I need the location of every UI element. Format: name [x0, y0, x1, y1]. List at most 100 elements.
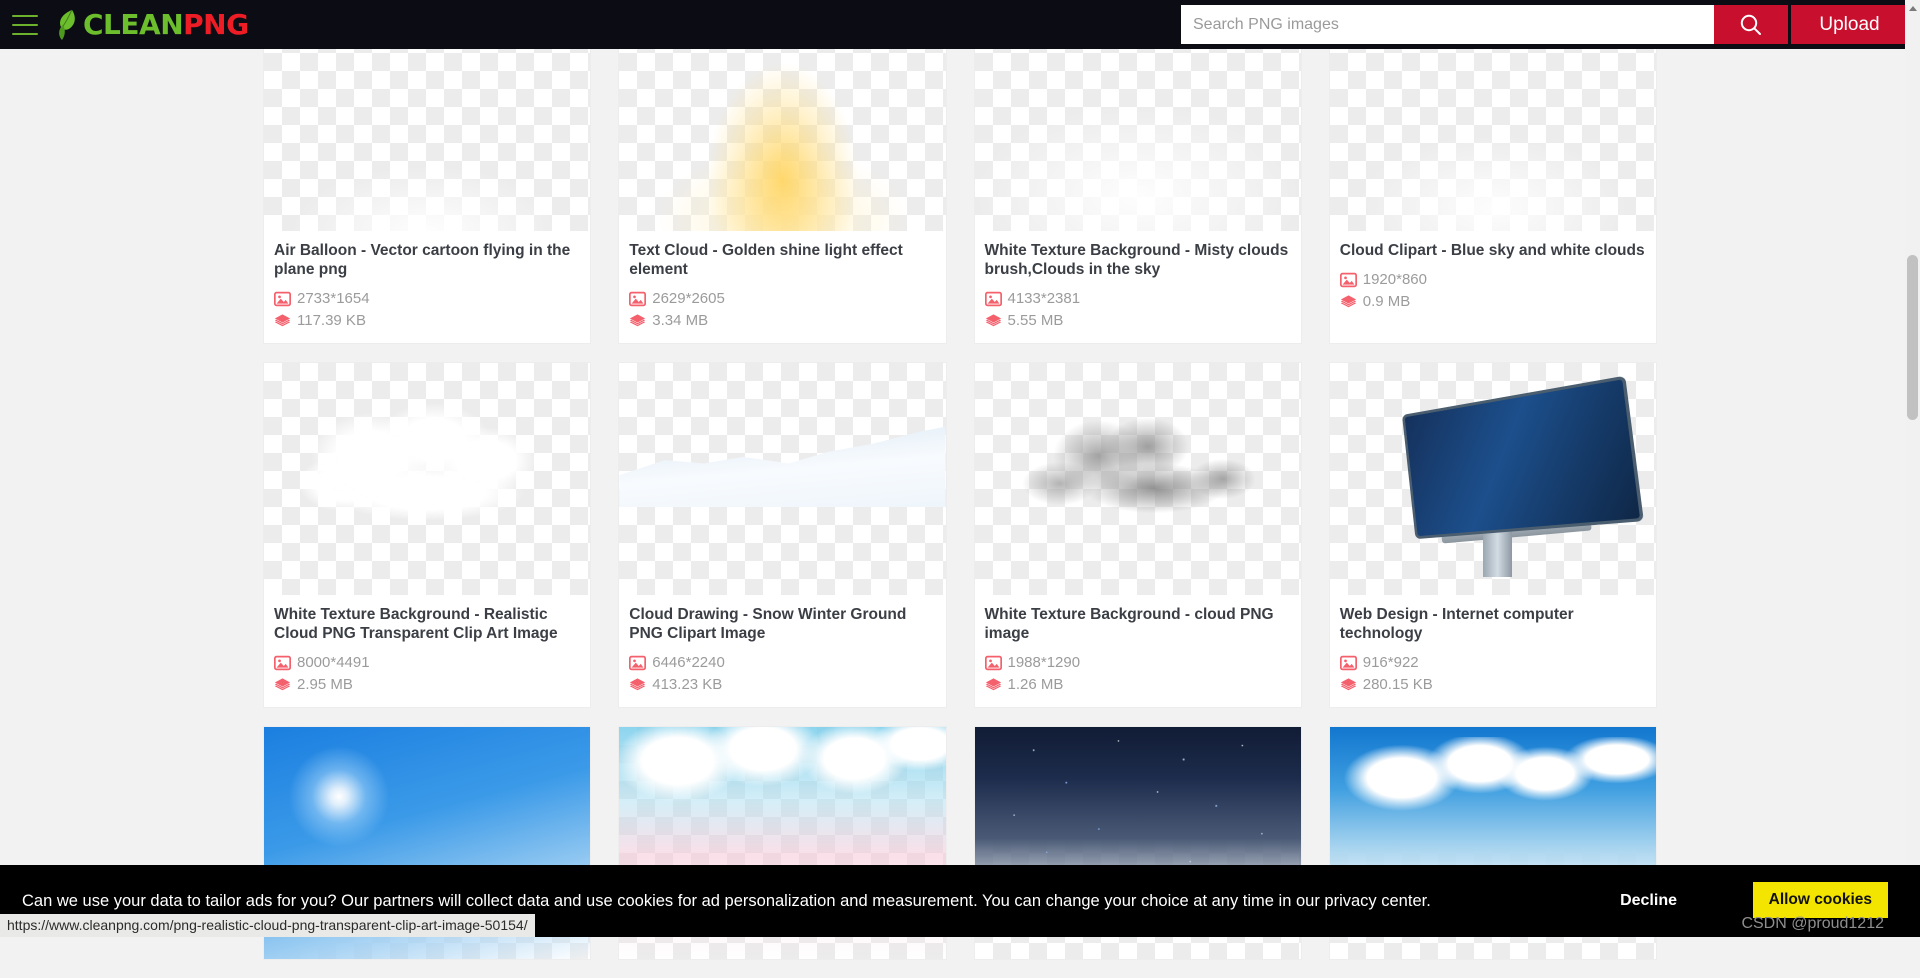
dimensions-icon: [629, 291, 646, 307]
allow-cookies-button[interactable]: Allow cookies: [1753, 882, 1888, 918]
scroll-up-button[interactable]: [1905, 0, 1920, 17]
card-body: Text Cloud - Golden shine light effect e…: [619, 231, 945, 343]
card-title[interactable]: Text Cloud - Golden shine light effect e…: [629, 241, 935, 279]
card-filesize: 413.23 KB: [629, 676, 935, 693]
site-header: CLEANPNG Upload: [0, 0, 1920, 49]
thumbnail-art: [975, 363, 1301, 595]
card-filesize: 117.39 KB: [274, 312, 580, 329]
card-title[interactable]: White Texture Background - Misty clouds …: [985, 241, 1291, 279]
search-icon: [1738, 12, 1764, 38]
decline-cookies-button[interactable]: Decline: [1620, 892, 1677, 910]
image-card[interactable]: Cloud Drawing - Snow Winter Ground PNG C…: [618, 362, 946, 708]
chevron-up-icon: [1909, 6, 1917, 11]
card-filesize: 1.26 MB: [985, 676, 1291, 693]
card-title[interactable]: Cloud Clipart - Blue sky and white cloud…: [1340, 241, 1646, 260]
scrollbar-thumb[interactable]: [1907, 255, 1918, 420]
page-scrollbar[interactable]: [1905, 0, 1920, 937]
filesize-text: 5.55 MB: [1008, 312, 1064, 329]
card-filesize: 2.95 MB: [274, 676, 580, 693]
image-card[interactable]: Text Cloud - Golden shine light effect e…: [618, 0, 946, 344]
card-filesize: 280.15 KB: [1340, 676, 1646, 693]
card-body: White Texture Background - cloud PNG ima…: [975, 595, 1301, 707]
card-body: Cloud Clipart - Blue sky and white cloud…: [1330, 231, 1656, 324]
card-title[interactable]: White Texture Background - Realistic Clo…: [274, 605, 580, 643]
status-bar-url: https://www.cleanpng.com/png-realistic-c…: [0, 914, 535, 937]
search-input[interactable]: [1181, 5, 1714, 44]
image-card[interactable]: White Texture Background - Misty clouds …: [974, 0, 1302, 344]
menu-icon[interactable]: [12, 15, 38, 35]
thumb-art: [619, 727, 945, 848]
search-bar: [1181, 5, 1788, 44]
dimensions-icon: [274, 655, 291, 671]
card-title[interactable]: Cloud Drawing - Snow Winter Ground PNG C…: [629, 605, 935, 643]
dimensions-icon: [629, 655, 646, 671]
image-card[interactable]: Air Balloon - Vector cartoon flying in t…: [263, 0, 591, 344]
dimensions-text: 6446*2240: [652, 654, 725, 671]
filesize-layers-icon: [629, 313, 646, 329]
site-logo[interactable]: CLEANPNG: [52, 0, 249, 49]
card-body: Web Design - Internet computer technolog…: [1330, 595, 1656, 707]
image-card[interactable]: White Texture Background - cloud PNG ima…: [974, 362, 1302, 708]
card-filesize: 5.55 MB: [985, 312, 1291, 329]
filesize-text: 413.23 KB: [652, 676, 722, 693]
dimensions-text: 2629*2605: [652, 290, 725, 307]
thumbnail-art: [264, 363, 590, 595]
card-body: White Texture Background - Misty clouds …: [975, 231, 1301, 343]
filesize-text: 117.39 KB: [297, 312, 366, 329]
card-body: Air Balloon - Vector cartoon flying in t…: [264, 231, 590, 343]
card-dimensions: 916*922: [1340, 654, 1646, 671]
leaf-icon: [52, 8, 82, 42]
filesize-layers-icon: [985, 677, 1002, 693]
filesize-text: 1.26 MB: [1008, 676, 1064, 693]
card-dimensions: 1920*860: [1340, 271, 1646, 288]
cookie-message: Can we use your data to tailor ads for y…: [22, 892, 1431, 911]
search-button[interactable]: [1714, 5, 1788, 44]
image-card[interactable]: White Texture Background - Realistic Clo…: [263, 362, 591, 708]
grid-row: Air Balloon - Vector cartoon flying in t…: [263, 0, 1657, 344]
card-title[interactable]: White Texture Background - cloud PNG ima…: [985, 605, 1291, 643]
image-card[interactable]: Cloud Clipart - Blue sky and white cloud…: [1329, 0, 1657, 344]
dimensions-icon: [985, 291, 1002, 307]
image-card[interactable]: Web Design - Internet computer technolog…: [1329, 362, 1657, 708]
page-content: Air Balloon - Vector cartoon flying in t…: [0, 49, 1920, 937]
card-dimensions: 6446*2240: [629, 654, 935, 671]
upload-button[interactable]: Upload: [1791, 5, 1908, 44]
dimensions-text: 2733*1654: [297, 290, 370, 307]
filesize-layers-icon: [274, 677, 291, 693]
card-dimensions: 8000*4491: [274, 654, 580, 671]
card-dimensions: 2629*2605: [629, 290, 935, 307]
dimensions-text: 8000*4491: [297, 654, 370, 671]
card-dimensions: 1988*1290: [985, 654, 1291, 671]
logo-text-clean: CLEAN: [83, 8, 183, 41]
dimensions-text: 1988*1290: [1008, 654, 1081, 671]
image-grid: Air Balloon - Vector cartoon flying in t…: [263, 0, 1657, 978]
filesize-layers-icon: [985, 313, 1002, 329]
dimensions-icon: [1340, 655, 1357, 671]
filesize-layers-icon: [1340, 677, 1357, 693]
filesize-text: 280.15 KB: [1363, 676, 1433, 693]
filesize-layers-icon: [1340, 294, 1357, 310]
card-title[interactable]: Web Design - Internet computer technolog…: [1340, 605, 1646, 643]
card-filesize: 3.34 MB: [629, 312, 935, 329]
thumb-art: [1483, 526, 1512, 577]
card-dimensions: 2733*1654: [274, 290, 580, 307]
dimensions-icon: [1340, 272, 1357, 288]
card-body: Cloud Drawing - Snow Winter Ground PNG C…: [619, 595, 945, 707]
dimensions-text: 916*922: [1363, 654, 1419, 671]
filesize-text: 0.9 MB: [1363, 293, 1411, 310]
dimensions-text: 4133*2381: [1008, 290, 1081, 307]
card-thumbnail[interactable]: [1330, 363, 1656, 595]
card-thumbnail[interactable]: [264, 363, 590, 595]
filesize-layers-icon: [629, 677, 646, 693]
card-thumbnail[interactable]: [619, 363, 945, 595]
filesize-text: 2.95 MB: [297, 676, 353, 693]
dimensions-icon: [274, 291, 291, 307]
card-body: White Texture Background - Realistic Clo…: [264, 595, 590, 707]
filesize-layers-icon: [274, 313, 291, 329]
card-title[interactable]: Air Balloon - Vector cartoon flying in t…: [274, 241, 580, 279]
grid-row: White Texture Background - Realistic Clo…: [263, 362, 1657, 708]
logo-text-png: PNG: [183, 8, 248, 41]
thumb-art: [1330, 737, 1656, 839]
card-thumbnail[interactable]: [975, 363, 1301, 595]
dimensions-text: 1920*860: [1363, 271, 1427, 288]
